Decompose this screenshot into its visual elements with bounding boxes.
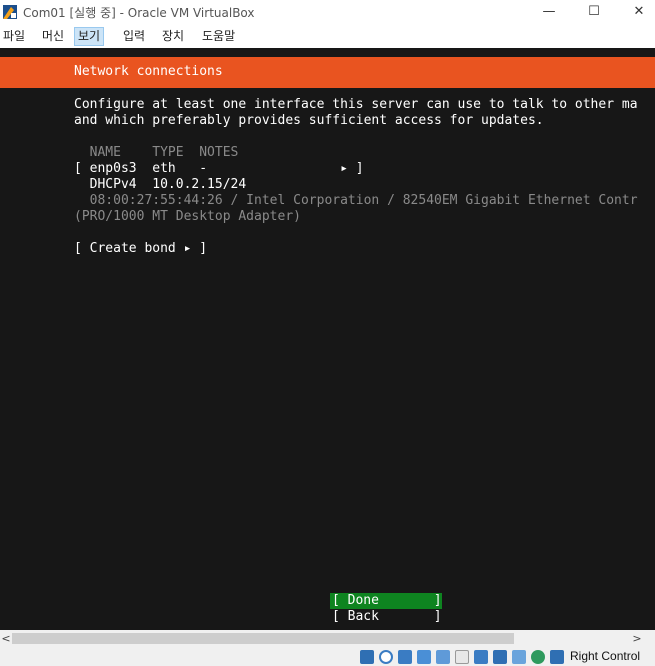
shared-folders-icon[interactable] xyxy=(455,650,469,664)
menu-help[interactable]: 도움말 xyxy=(199,27,238,46)
menu-devices[interactable]: 장치 xyxy=(159,27,187,46)
dhcp-address-row: DHCPv4 10.0.2.15/24 xyxy=(74,177,247,192)
menu-input[interactable]: 입력 xyxy=(120,27,148,46)
page-title: Network connections xyxy=(74,64,223,79)
close-button[interactable]: ✕ xyxy=(616,0,655,24)
scrollbar-thumb[interactable] xyxy=(12,633,514,644)
back-button-label: [ Back ] xyxy=(332,609,442,624)
menu-bar: 파일 머신 보기 입력 장치 도움말 xyxy=(0,25,655,47)
window-titlebar: Com01 [실행 중] - Oracle VM VirtualBox — ☐ … xyxy=(0,0,655,24)
create-bond-button[interactable]: [ Create bond ▸ ] xyxy=(74,241,207,257)
keyboard-capture-icon[interactable] xyxy=(550,650,564,664)
recording-icon[interactable] xyxy=(493,650,507,664)
host-key-label: Right Control xyxy=(570,649,641,663)
intro-text-line2: and which preferably provides sufficient… xyxy=(74,113,544,128)
done-button-label: [ Done ] xyxy=(332,593,442,608)
vm-display[interactable]: Network connections Configure at least o… xyxy=(0,48,655,630)
hardware-info-line1: 08:00:27:55:44:26 / Intel Corporation / … xyxy=(74,193,638,208)
window-title: Com01 [실행 중] - Oracle VM VirtualBox xyxy=(23,6,255,20)
mouse-integration-icon[interactable] xyxy=(512,650,526,664)
network-icon[interactable] xyxy=(417,650,431,664)
audio-icon[interactable] xyxy=(398,650,412,664)
display-icon[interactable] xyxy=(474,650,488,664)
column-headers: NAME TYPE NOTES xyxy=(74,145,239,160)
minimize-button[interactable]: — xyxy=(526,0,572,24)
scroll-right-arrow[interactable]: > xyxy=(631,630,643,647)
back-button[interactable]: [ Back ] xyxy=(330,609,442,625)
optical-drive-icon[interactable] xyxy=(379,650,393,664)
maximize-button[interactable]: ☐ xyxy=(571,0,617,24)
horizontal-scrollbar[interactable]: < > xyxy=(0,630,655,647)
intro-text-line1: Configure at least one interface this se… xyxy=(74,97,638,112)
cpu-icon[interactable] xyxy=(531,650,545,664)
done-button[interactable]: [ Done ] xyxy=(330,593,442,609)
interface-enp0s3-row[interactable]: [ enp0s3 eth - ▸ ] xyxy=(74,161,364,177)
status-bar: Right Control xyxy=(0,647,655,666)
hard-disk-icon[interactable] xyxy=(360,650,374,664)
installer-header: Network connections xyxy=(0,57,655,88)
menu-view[interactable]: 보기 xyxy=(74,27,105,46)
menu-file[interactable]: 파일 xyxy=(0,27,28,46)
virtualbox-app-icon xyxy=(3,5,17,19)
scroll-left-arrow[interactable]: < xyxy=(0,630,12,647)
hardware-info-line2: (PRO/1000 MT Desktop Adapter) xyxy=(74,209,301,224)
usb-icon[interactable] xyxy=(436,650,450,664)
menu-machine[interactable]: 머신 xyxy=(39,27,67,46)
